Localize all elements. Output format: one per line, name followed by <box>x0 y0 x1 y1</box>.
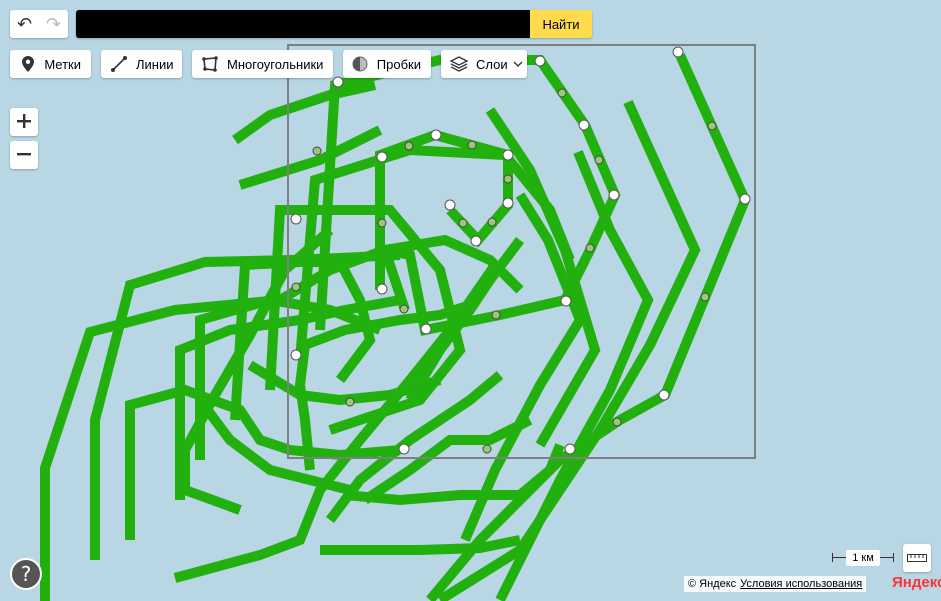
route-line <box>437 99 701 601</box>
midpoint-handle <box>487 217 497 227</box>
layers-button[interactable]: Слои <box>441 50 527 78</box>
vertex-point <box>420 323 432 335</box>
ruler-button[interactable] <box>903 544 931 572</box>
midpoint-handle <box>503 174 513 184</box>
vertex-point <box>608 189 620 201</box>
scale-label: 1 км <box>846 550 880 566</box>
undo-button[interactable]: ↶ <box>10 10 39 38</box>
polygon-icon <box>201 55 219 73</box>
map-routes <box>40 44 756 601</box>
placemarks-button[interactable]: Метки <box>10 50 91 78</box>
pin-icon <box>19 55 36 73</box>
yandex-logo[interactable]: Яндекс <box>892 574 941 591</box>
vertex-point <box>658 389 670 401</box>
midpoint-handle <box>312 146 322 156</box>
traffic-label: Пробки <box>376 56 421 72</box>
redo-icon: ↷ <box>45 13 62 35</box>
minus-icon <box>17 147 31 164</box>
midpoint-handle <box>377 218 387 228</box>
help-button[interactable]: ? <box>10 558 42 590</box>
line-icon <box>110 55 128 73</box>
ruler-icon <box>907 551 927 566</box>
map-canvas[interactable] <box>0 0 941 601</box>
lines-button[interactable]: Линии <box>101 50 182 78</box>
help-label: ? <box>20 562 32 586</box>
plus-icon <box>17 113 31 131</box>
vertex-point <box>470 235 482 247</box>
vertex-point <box>376 151 388 163</box>
midpoint-handle <box>700 292 710 302</box>
vertex-point <box>332 76 344 88</box>
midpoint-handle <box>399 304 409 314</box>
copyright-bar: © Яндекс Условия использования <box>684 576 867 592</box>
midpoint-handle <box>707 121 717 131</box>
vertex-point <box>672 46 684 58</box>
vertex-point <box>578 119 590 131</box>
terms-link[interactable]: Условия использования <box>740 576 862 592</box>
history-controls: ↶ ↷ <box>10 10 68 38</box>
scale-tick-right <box>893 553 894 562</box>
midpoint-handle <box>482 444 492 454</box>
vertex-point <box>290 349 302 361</box>
vertex-point <box>398 443 410 455</box>
vertex-point <box>502 197 514 209</box>
vertex-point <box>444 199 456 211</box>
midpoint-handle <box>585 243 595 253</box>
lines-label: Линии <box>136 56 174 72</box>
vertex-point <box>739 193 751 205</box>
vertex-point <box>502 149 514 161</box>
midpoint-handle <box>458 218 468 228</box>
zoom-in-button[interactable] <box>10 108 38 136</box>
vertex-point <box>560 295 572 307</box>
layers-label: Слои <box>476 56 508 72</box>
midpoint-handle <box>594 155 604 165</box>
undo-icon: ↶ <box>16 13 33 35</box>
polygons-button[interactable]: Многоугольники <box>192 50 333 78</box>
traffic-button[interactable]: Пробки <box>343 50 431 78</box>
midpoint-handle <box>467 140 477 150</box>
placemarks-label: Метки <box>44 56 81 72</box>
midpoint-handle <box>291 282 301 292</box>
vertex-point <box>376 283 388 295</box>
copyright-text: © Яндекс <box>688 578 737 590</box>
scale-line: 1 км <box>832 550 894 566</box>
route-line <box>238 125 383 190</box>
polygons-label: Многоугольники <box>227 56 324 72</box>
midpoint-handle <box>557 88 567 98</box>
route-line <box>232 80 377 145</box>
search-bar: Найти <box>76 10 592 38</box>
zoom-out-button[interactable] <box>10 141 38 169</box>
vertex-point <box>564 443 576 455</box>
midpoint-handle <box>345 397 355 407</box>
vertex-point <box>430 129 442 141</box>
midpoint-handle <box>612 417 622 427</box>
search-input[interactable] <box>76 10 530 38</box>
route-line <box>320 535 521 555</box>
chevron-down-icon <box>513 61 523 67</box>
layers-icon <box>450 55 468 73</box>
midpoint-handle <box>491 310 501 320</box>
search-button[interactable]: Найти <box>530 10 592 38</box>
traffic-icon <box>352 55 369 73</box>
scale-tick-left <box>832 553 833 562</box>
route-line <box>495 150 654 601</box>
vertex-point <box>534 55 546 67</box>
redo-button[interactable]: ↷ <box>39 10 68 38</box>
vertex-point <box>290 213 302 225</box>
midpoint-handle <box>404 141 414 151</box>
